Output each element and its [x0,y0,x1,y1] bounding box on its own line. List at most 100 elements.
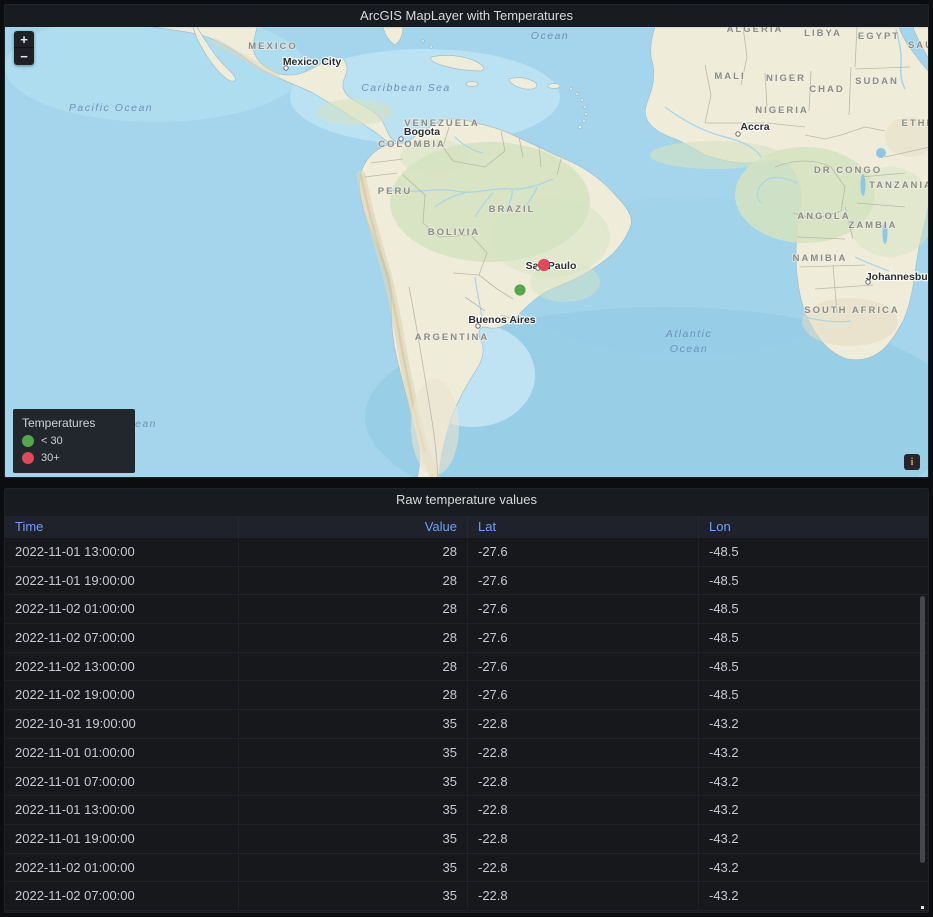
table-row[interactable]: 2022-11-01 07:00:0035-22.8-43.2 [5,768,929,797]
table-cell: 2022-11-02 01:00:00 [5,595,239,623]
map-legend: Temperatures < 3030+ [13,409,135,473]
table-cell: 35 [239,796,468,824]
table-cell: -48.5 [699,624,929,652]
map-label-niger: NIGER [766,73,806,84]
table-cell: 2022-11-01 13:00:00 [5,796,239,824]
map-label-zambia: ZAMBIA [849,220,898,231]
table-cell: 35 [239,825,468,853]
column-header-value[interactable]: Value [239,516,468,538]
table-cell: -48.5 [699,538,929,566]
temp-marker-cool[interactable] [515,285,526,296]
table-row[interactable]: 2022-11-01 19:00:0028-27.6-48.5 [5,567,929,596]
table-cell: 2022-11-02 07:00:00 [5,624,239,652]
legend-item-30[interactable]: 30+ [22,452,126,464]
map-zoom-control: + − [14,31,34,65]
map-canvas[interactable]: OceanPacific OceanCaribbean SeaAtlanticO… [5,27,929,478]
map-label-bolivia: BOLIVIA [428,227,481,238]
table-cell: -48.5 [699,567,929,595]
map-label-chad: CHAD [809,84,844,95]
table-cell: -48.5 [699,653,929,681]
table-cell: -43.2 [699,710,929,738]
map-label-argentina: ARGENTINA [415,332,489,343]
table-row[interactable]: 2022-11-02 13:00:0028-27.6-48.5 [5,653,929,682]
table-cell: -43.2 [699,854,929,882]
table-row[interactable]: 2022-11-01 01:00:0035-22.8-43.2 [5,739,929,768]
table-cell: -22.8 [468,710,699,738]
table-cell: -22.8 [468,825,699,853]
table-cell: 28 [239,595,468,623]
map-label-accra: Accra [740,121,769,133]
table-cell: -27.6 [468,595,699,623]
temp-marker-hot[interactable] [538,259,550,271]
table-row[interactable]: 2022-11-01 13:00:0035-22.8-43.2 [5,796,929,825]
map-label-angola: ANGOLA [797,211,850,222]
table-row[interactable]: 2022-10-31 19:00:0035-22.8-43.2 [5,710,929,739]
panel-resize-handle[interactable] [921,906,924,909]
city-dot [476,324,480,328]
map-label-caribbean-sea: Caribbean Sea [361,82,451,94]
zoom-in-button[interactable]: + [14,31,34,48]
map-label-mali: MALI [714,71,745,82]
map-label-ocean: Ocean [670,343,708,355]
map-panel-title[interactable]: ArcGIS MapLayer with Temperatures [5,5,928,27]
table-cell: 2022-11-02 19:00:00 [5,681,239,709]
map-attribution-info-button[interactable]: i [904,454,920,470]
table-cell: 2022-11-02 07:00:00 [5,882,239,910]
table-cell: 2022-11-02 13:00:00 [5,653,239,681]
table-cell: 2022-10-31 19:00:00 [5,710,239,738]
legend-item-30[interactable]: < 30 [22,435,126,447]
zoom-out-button[interactable]: − [14,48,34,65]
world-map: OceanPacific OceanCaribbean SeaAtlanticO… [5,27,929,478]
table-cell: -27.6 [468,653,699,681]
table-cell: 28 [239,624,468,652]
legend-label: 30+ [41,452,60,464]
map-label-brazil: BRAZIL [489,204,536,215]
table-cell: -27.6 [468,624,699,652]
table-row[interactable]: 2022-11-02 07:00:0035-22.8-43.2 [5,882,929,911]
column-header-time[interactable]: Time [5,516,239,538]
table-cell: -48.5 [699,681,929,709]
table-cell: 35 [239,739,468,767]
city-dot [284,66,288,70]
map-label-sau: SAU [908,40,929,51]
table-panel-title[interactable]: Raw temperature values [5,489,928,511]
column-header-lon[interactable]: Lon [699,516,929,538]
table-body: 2022-11-01 13:00:0028-27.6-48.52022-11-0… [5,538,929,912]
city-dot [866,280,870,284]
map-label-pacific-ocean: Pacific Ocean [69,102,153,114]
map-label-bogota: Bogota [404,126,440,138]
table-cell: -43.2 [699,768,929,796]
legend-items: < 30 30+ [22,435,126,464]
map-label-sao-paulo: Sao Paulo [526,260,577,272]
table-scrollbar-thumb[interactable] [920,596,925,863]
legend-swatch-icon [22,435,34,447]
map-label-ean: ean [135,418,157,430]
table-row[interactable]: 2022-11-02 01:00:0028-27.6-48.5 [5,595,929,624]
table-cell: 35 [239,768,468,796]
map-label-mexico-city: Mexico City [283,56,342,68]
map-label-mexico: MEXICO [248,41,297,52]
map-label-libya: LIBYA [804,28,842,39]
table-row[interactable]: 2022-11-02 19:00:0028-27.6-48.5 [5,681,929,710]
table-header-row: TimeValueLatLon [5,516,929,538]
table-cell: -27.6 [468,681,699,709]
table-cell: 35 [239,710,468,738]
table-row[interactable]: 2022-11-02 07:00:0028-27.6-48.5 [5,624,929,653]
table-cell: 28 [239,653,468,681]
map-label-ethio: ETHIO [901,118,929,129]
table-cell: -22.8 [468,854,699,882]
table-cell: -48.5 [699,595,929,623]
legend-label: < 30 [41,435,63,447]
city-dot [399,137,403,141]
table-cell: -22.8 [468,739,699,767]
table-cell: 28 [239,681,468,709]
table-cell: -27.6 [468,538,699,566]
table-row[interactable]: 2022-11-01 19:00:0035-22.8-43.2 [5,825,929,854]
column-header-lat[interactable]: Lat [468,516,699,538]
table: TimeValueLatLon 2022-11-01 13:00:0028-27… [5,511,929,913]
table-cell: -22.8 [468,768,699,796]
map-label-atlantic: Atlantic [665,328,712,340]
map-panel: ArcGIS MapLayer with Temperatures [4,4,929,478]
table-row[interactable]: 2022-11-01 13:00:0028-27.6-48.5 [5,538,929,567]
table-row[interactable]: 2022-11-02 01:00:0035-22.8-43.2 [5,854,929,883]
